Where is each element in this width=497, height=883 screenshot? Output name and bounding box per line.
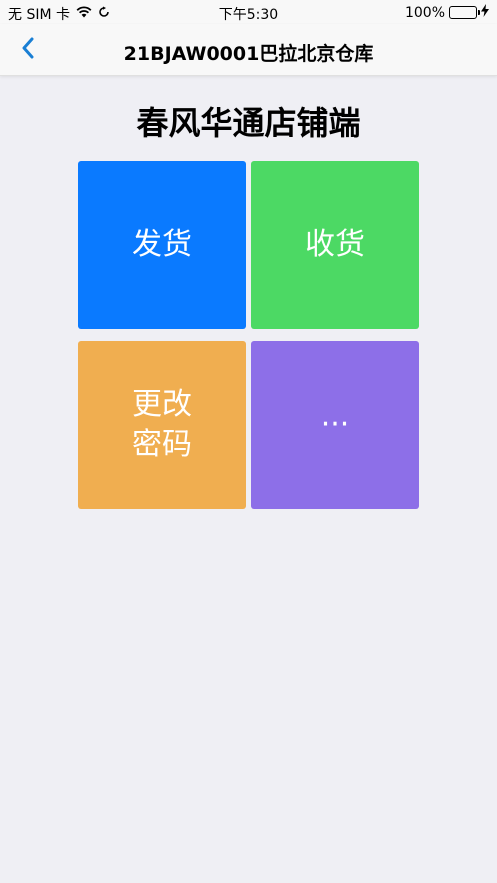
navigation-bar: 21BJAW0001巴拉北京仓库: [0, 24, 497, 76]
change-password-label: 更改 密码: [132, 386, 192, 463]
receive-goods-button[interactable]: 收货: [251, 161, 419, 329]
send-goods-button[interactable]: 发货: [78, 161, 246, 329]
battery-icon: [449, 6, 480, 19]
more-label: ···: [320, 406, 350, 442]
battery-percent: 100%: [404, 4, 445, 21]
chevron-left-icon: [21, 37, 35, 63]
status-right: 100%: [405, 4, 489, 21]
charging-icon: [481, 4, 489, 21]
back-button[interactable]: [12, 34, 44, 66]
more-button[interactable]: ···: [251, 341, 419, 509]
status-bar: 无 SIM 卡 下午5:30 100%: [0, 0, 497, 24]
page-title: 春风华通店铺端: [136, 104, 361, 142]
nav-title: 21BJAW0001巴拉北京仓库: [123, 43, 374, 65]
change-password-button[interactable]: 更改 密码: [78, 341, 246, 509]
receive-goods-label: 收货: [305, 226, 365, 262]
send-goods-label: 发货: [132, 226, 192, 262]
